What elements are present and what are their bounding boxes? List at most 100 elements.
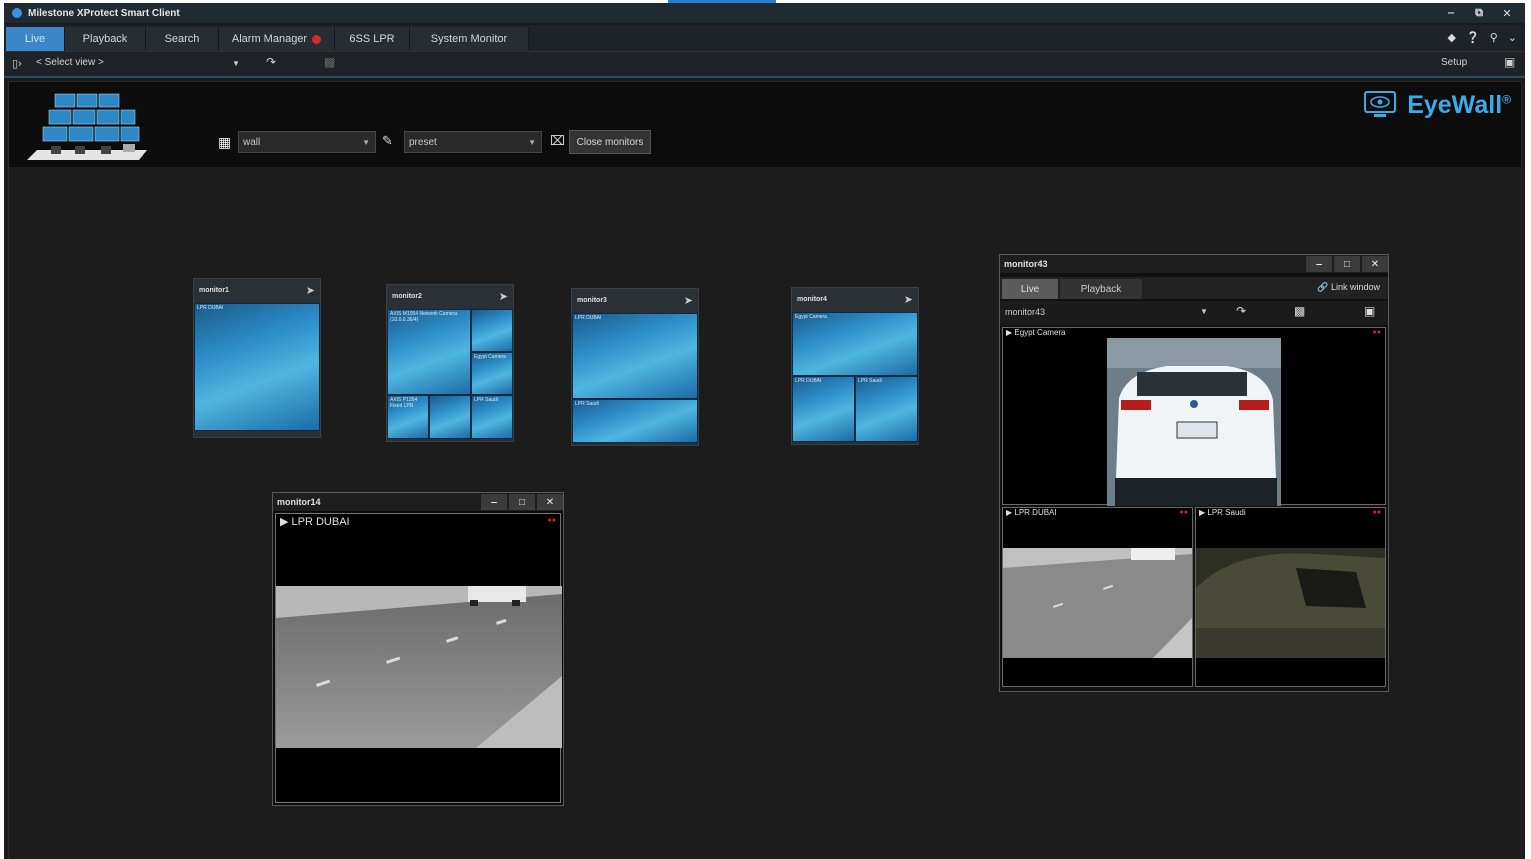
close-monitors-button[interactable]: Close monitors [569,130,651,154]
wall-select[interactable]: wall ▼ [238,131,376,153]
recording-indicator-icon: ●● [1372,509,1381,516]
minimize-icon[interactable]: ‒ [481,494,507,510]
camera-caption: AXIS P1354 Fixed LPR [390,397,418,409]
monitor-tile-3[interactable]: monitor3 ➤ LPR DUBAI LPR Saudi [571,288,699,446]
monitor43-window[interactable]: monitor43 ‒ □ ✕ Live Playback 🔗 Link win… [999,254,1389,692]
close-icon[interactable]: ✕ [1362,256,1388,272]
send-icon[interactable]: ➤ [306,284,315,297]
camera-thumbnail [429,395,471,439]
fullscreen-icon[interactable]: ▣ [1504,55,1515,69]
car-video-frame [1107,338,1281,506]
edit-icon[interactable]: ✎ [382,133,393,149]
camera-thumbnail: LPR DUBAI [194,303,320,431]
recording-indicator-icon: ●● [1372,329,1381,336]
tab-live[interactable]: Live [6,27,65,51]
select-view-chevron-icon[interactable]: ▼ [232,59,240,68]
camera-caption: AXIS M1054 Network Camera (10.0.0.36/4) [390,311,457,323]
camera-thumbnail: Egypt Camera [792,312,918,376]
camera-view[interactable]: ▶ LPR Saudi ●● [1195,507,1386,687]
key-icon[interactable]: ⚲ [1490,31,1498,44]
monitor43-tabbar: Live Playback 🔗 Link window [1000,277,1388,299]
camera-thumbnail: LPR Saudi [855,376,918,442]
view-toolbar: ▯› < Select view > ▼ ↷ ▩ Setup ▣ [4,52,1525,78]
monitor43-toolbar: monitor43 ▼ ↷ ▩ ▣ [1000,301,1388,325]
monitor-tile-4[interactable]: monitor4 ➤ Egypt Camera LPR DUBAI LPR Sau… [791,287,919,445]
wall-select-chevron-icon: ▼ [362,138,370,147]
tab-playback[interactable]: Playback [1060,279,1142,299]
camera-view[interactable]: ▶ Egypt Camera ●● [1002,327,1386,506]
refresh-icon[interactable]: ↷ [1236,304,1246,318]
minimize-icon[interactable]: ‒ [1306,256,1332,272]
send-icon[interactable]: ➤ [684,294,693,307]
camera-caption: LPR Saudi [858,378,882,384]
camera-thumbnail: AXIS M1054 Network Camera (10.0.0.36/4) [387,309,471,395]
fullscreen-icon[interactable]: ▣ [1364,304,1375,318]
grid-layout-icon[interactable]: ▦ [218,134,231,151]
close-icon[interactable]: ✕ [537,494,563,510]
monitor-tile-title: monitor2 [392,292,422,300]
setup-button[interactable]: Setup [1441,57,1467,68]
tab-playback[interactable]: Playback [65,27,146,51]
camera-view-title: ▶ Egypt Camera [1006,328,1066,337]
camera-view-title: ▶ LPR DUBAI [1006,508,1057,517]
link-window-button[interactable]: 🔗 Link window [1317,282,1380,293]
eyewall-header: ▦ wall ▼ ✎ preset ▼ ⌧ Close monitors Eye… [9,82,1521,167]
eyewall-reg-mark: ® [1502,92,1511,107]
pin-icon[interactable]: ◆ [1448,31,1456,44]
close-icon[interactable]: ✕ [1495,5,1519,21]
view-select-chevron-icon[interactable]: ▼ [1200,307,1208,316]
monitor-tile-title: monitor3 [577,296,607,304]
chevron-down-icon[interactable]: ⌄ [1508,31,1517,44]
monitor-eye-icon [1364,91,1397,117]
camera-thumbnail: LPR Saudi [471,395,513,439]
maximize-icon[interactable]: □ [509,494,535,510]
camera-view-title: ▶ LPR DUBAI [280,516,350,528]
maximize-icon[interactable]: □ [1334,256,1360,272]
camera-view[interactable]: ▶ LPR DUBAI ●● [275,513,562,803]
main-tab-bar: Live Playback Search Alarm Manager 6SS L… [4,25,1525,52]
link-window-label: Link window [1330,282,1380,292]
help-icon[interactable]: ❔ [1466,31,1480,44]
send-icon[interactable]: ➤ [499,290,508,303]
snapshot-icon[interactable]: ▩ [1294,304,1305,318]
road-video-frame [276,586,562,748]
camera-caption: Egypt Camera [795,314,827,320]
recording-indicator-icon: ●● [547,517,556,524]
alarm-badge-icon [312,34,322,44]
monitor-tile-title: monitor4 [797,295,827,303]
video-wall-illustration-icon [23,88,147,166]
monitor-tile-title: monitor1 [199,286,229,294]
eyewall-logo: EyeWall® [1363,90,1511,120]
view-select-dropdown[interactable]: monitor43 [1005,307,1045,317]
tab-search[interactable]: Search [146,27,219,51]
eyewall-workspace: ▦ wall ▼ ✎ preset ▼ ⌧ Close monitors Eye… [8,81,1522,859]
camera-caption: LPR Saudi [575,401,599,407]
refresh-icon[interactable]: ↷ [266,55,276,69]
preset-select[interactable]: preset ▼ [404,131,542,153]
tab-system-monitor[interactable]: System Monitor [410,27,529,51]
tab-alarm-manager[interactable]: Alarm Manager [219,27,335,51]
select-view-dropdown[interactable]: < Select view > [36,57,104,68]
milestone-logo-icon [12,8,22,18]
camera-view-title: ▶ LPR Saudi [1199,508,1246,517]
send-icon[interactable]: ➤ [904,293,913,306]
camera-thumbnail: LPR DUBAI [792,376,855,442]
camera-caption: LPR DUBAI [197,305,224,311]
minimize-icon[interactable]: ‒ [1439,5,1463,21]
camera-caption: LPR DUBAI [795,378,822,384]
tab-6ss-lpr[interactable]: 6SS LPR [335,27,410,51]
snapshot-icon[interactable]: ▩ [324,55,335,69]
camera-caption: Egypt Camera [474,354,506,360]
eyewall-brand-text: EyeWall [1407,90,1503,119]
pane-toggle-icon[interactable]: ▯› [12,57,22,70]
restore-icon[interactable]: ⧉ [1467,5,1491,21]
monitor-tile-1[interactable]: monitor1 ➤ LPR DUBAI [193,278,321,438]
camera-thumbnail [471,309,513,352]
monitor14-window[interactable]: monitor14 ‒ □ ✕ ▶ LPR DUBAI ●● [272,492,564,806]
monitor-tile-2[interactable]: monitor2 ➤ AXIS M1054 Network Camera (10.… [386,284,514,442]
camera-view[interactable]: ▶ LPR DUBAI ●● [1002,507,1193,687]
close-box-icon[interactable]: ⌧ [550,133,565,149]
vehicle-video-frame [1196,548,1385,658]
window-title: monitor14 [277,497,321,507]
tab-live[interactable]: Live [1002,279,1058,299]
